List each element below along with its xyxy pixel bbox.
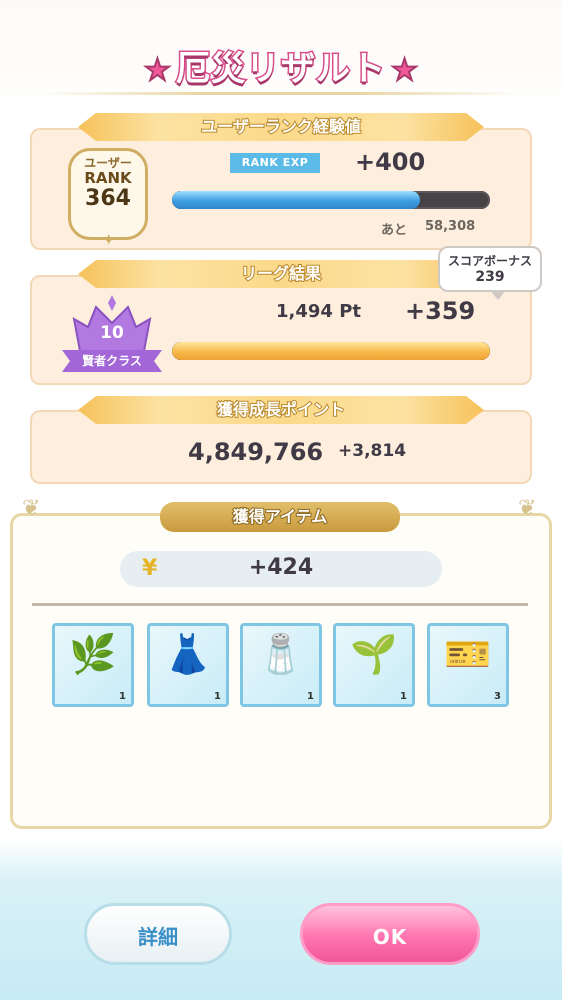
item-count: 3 [494,691,501,702]
item-count: 1 [400,691,407,702]
item-cloth[interactable]: 👗 1 [147,623,229,707]
star-icon: ★ [390,52,419,89]
league-bar [172,342,490,360]
score-bonus-label: スコアボーナス [447,254,532,268]
rank-badge-line2: RANK [84,169,132,187]
item-seaweed[interactable]: 🌱 1 [333,623,415,707]
remaining-value: 58,308 [425,219,476,234]
score-bonus-bubble: スコアボーナス 239 [438,246,542,300]
salt-box-icon: 🧂 [257,632,305,676]
league-header: リーグ結果 [78,260,484,288]
rank-value: 364 [85,186,131,211]
money-row: ¥ +424 [120,551,442,587]
star-icon: ★ [143,52,172,89]
growth-header: 獲得成長ポイント [78,396,484,424]
rank-exp-bar-fill [172,191,421,209]
item-salt-box[interactable]: 🧂 1 [240,623,322,707]
seaweed-icon: 🌱 [350,632,398,676]
league-gain: +359 [405,297,476,325]
sparkle-icon: ✦ [102,230,116,249]
page-title: 厄災リザルト [175,48,387,91]
page-title-area: ★ 厄災リザルト ★ [0,35,562,95]
item-count: 1 [119,691,126,702]
items-header: 獲得アイテム [160,502,400,532]
detail-button[interactable]: 詳細 [84,903,232,965]
items-divider [32,603,528,606]
herb-icon: 🌿 [69,632,117,676]
rank-exp-header: ユーザーランク経験値 [78,113,484,141]
bubble-tail [490,290,506,300]
cloth-icon: 👗 [164,632,212,676]
ok-button[interactable]: OK [300,903,480,965]
league-bar-fill [172,342,490,360]
class-label: 賢者クラス [62,350,162,372]
item-herb[interactable]: 🌿 1 [52,623,134,707]
rank-exp-bar [172,191,490,209]
money-value: +424 [248,555,314,580]
league-class-crown: 10 賢者クラス [62,293,162,383]
title-divider [40,92,522,95]
crown-number: 10 [100,323,124,343]
growth-total: 4,849,766 [188,438,324,466]
user-rank-badge: ユーザー RANK 364 ✦ [68,148,148,249]
rank-exp-gain: +400 [355,148,426,176]
item-count: 1 [214,691,221,702]
growth-gain: +3,814 [338,441,407,461]
ornament-right-icon: ❦ [518,496,537,521]
score-bonus-value: 239 [475,269,505,285]
league-points: 1,494 Pt [276,301,361,322]
remaining-label: あと [381,223,408,238]
item-ticket[interactable]: 🎫 3 [427,623,509,707]
ticket-icon: 🎫 [444,632,492,676]
item-count: 1 [307,691,314,702]
rank-exp-label: RANK EXP [230,153,320,173]
ornament-left-icon: ❦ [22,496,41,521]
